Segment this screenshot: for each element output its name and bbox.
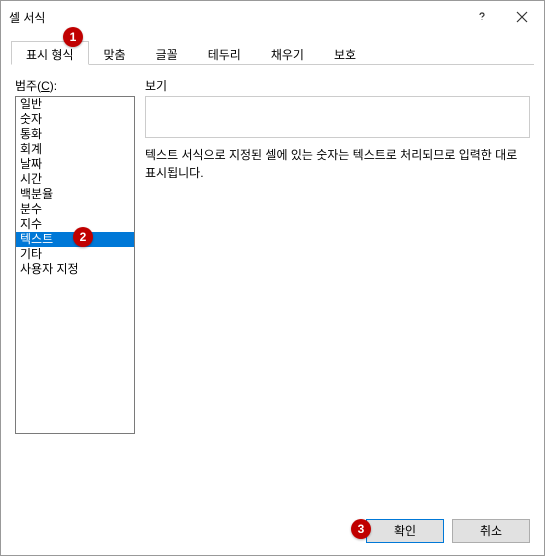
- tab-strip: 표시 형식맞춤글꼴테두리채우기보호: [11, 41, 534, 65]
- category-label: 범주(C):: [15, 77, 135, 94]
- category-item[interactable]: 일반: [16, 97, 134, 112]
- tab-4[interactable]: 채우기: [256, 41, 319, 64]
- category-label-suffix: ):: [50, 79, 57, 93]
- category-label-prefix: 범주(: [15, 79, 41, 93]
- category-item[interactable]: 기타: [16, 247, 134, 262]
- format-description: 텍스트 서식으로 지정된 셀에 있는 숫자는 텍스트로 처리되므로 입력한 대로…: [145, 146, 530, 182]
- category-item[interactable]: 숫자: [16, 112, 134, 127]
- annotation-badge-1: 1: [63, 27, 83, 47]
- format-cells-dialog: 셀 서식 표시 형식맞춤글꼴테두리채우기보호 범주(C): 일반숫자통화회계날짜…: [0, 0, 545, 556]
- tab-2[interactable]: 글꼴: [141, 41, 193, 64]
- category-listbox[interactable]: 일반숫자통화회계날짜시간백분율분수지수텍스트기타사용자 지정: [15, 96, 135, 434]
- window-title: 셀 서식: [9, 9, 462, 26]
- category-item[interactable]: 날짜: [16, 157, 134, 172]
- titlebar: 셀 서식: [1, 1, 544, 33]
- preview-box: [145, 96, 530, 138]
- help-button[interactable]: [462, 3, 502, 31]
- preview-label: 보기: [145, 77, 530, 94]
- help-icon: [476, 11, 488, 23]
- category-item[interactable]: 사용자 지정: [16, 262, 134, 277]
- tab-1[interactable]: 맞춤: [89, 41, 141, 64]
- cancel-button[interactable]: 취소: [452, 519, 530, 543]
- category-item[interactable]: 분수: [16, 202, 134, 217]
- annotation-badge-2: 2: [73, 227, 93, 247]
- close-icon: [516, 11, 528, 23]
- category-item[interactable]: 시간: [16, 172, 134, 187]
- category-item[interactable]: 통화: [16, 127, 134, 142]
- tab-content: 범주(C): 일반숫자통화회계날짜시간백분율분수지수텍스트기타사용자 지정 보기…: [1, 65, 544, 507]
- tab-3[interactable]: 테두리: [193, 41, 256, 64]
- tab-5[interactable]: 보호: [319, 41, 371, 64]
- category-panel: 범주(C): 일반숫자통화회계날짜시간백분율분수지수텍스트기타사용자 지정: [15, 77, 135, 497]
- category-label-key: C: [41, 79, 50, 93]
- dialog-footer: 확인 취소: [1, 507, 544, 555]
- category-item[interactable]: 백분율: [16, 187, 134, 202]
- close-button[interactable]: [502, 3, 542, 31]
- category-item[interactable]: 회계: [16, 142, 134, 157]
- details-panel: 보기 텍스트 서식으로 지정된 셀에 있는 숫자는 텍스트로 처리되므로 입력한…: [145, 77, 530, 497]
- ok-button[interactable]: 확인: [366, 519, 444, 543]
- annotation-badge-3: 3: [351, 519, 371, 539]
